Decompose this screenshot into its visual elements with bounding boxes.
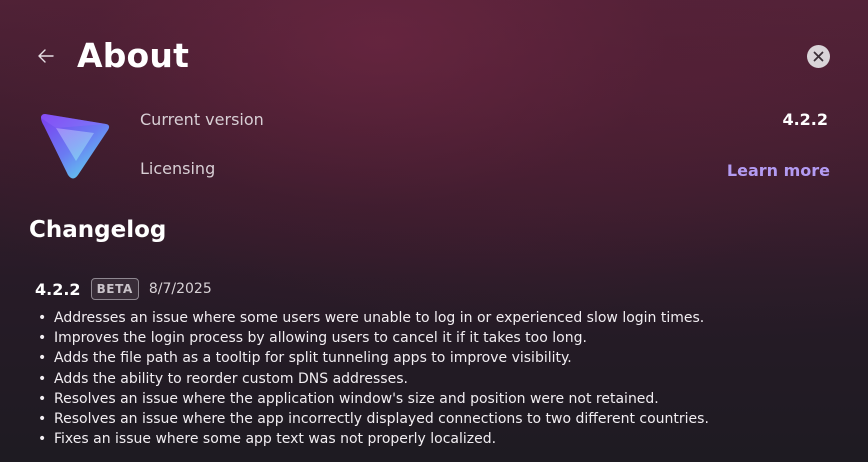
list-item: • Resolves an issue where the application…	[38, 389, 709, 409]
change-text: Fixes an issue where some app text was n…	[54, 431, 497, 448]
change-text: Improves the login process by allowing u…	[54, 330, 587, 347]
current-version-label: Current version	[140, 110, 264, 129]
release-date: 8/7/2025	[148, 281, 212, 297]
release-header: 4.2.2 BETA 8/7/2025	[35, 276, 212, 302]
list-item: • Fixes an issue where some app text was …	[38, 429, 709, 449]
change-text: Resolves an issue where the app incorrec…	[54, 411, 709, 428]
bullet: •	[38, 350, 47, 367]
list-item: • Adds the file path as a tooltip for spl…	[38, 348, 709, 368]
licensing-label: Licensing	[140, 159, 216, 178]
bullet: •	[38, 431, 47, 448]
bullet: •	[38, 310, 47, 326]
arrow-left-icon	[38, 49, 54, 63]
app-logo	[41, 114, 110, 179]
page-title: About	[77, 36, 190, 75]
learn-more-link[interactable]: Learn more	[727, 160, 830, 182]
list-item: • Resolves an issue where the app incorre…	[38, 409, 709, 429]
list-item: • Addresses an issue where some users wer…	[38, 308, 709, 328]
close-button[interactable]	[807, 45, 830, 68]
close-icon	[813, 51, 824, 62]
back-button[interactable]	[32, 42, 60, 70]
bullet: •	[38, 330, 47, 347]
list-item: • Improves the login process by allowing …	[38, 328, 709, 348]
changes-list: • Addresses an issue where some users wer…	[38, 308, 709, 449]
bullet: •	[38, 390, 47, 407]
changelog-title: Changelog	[29, 217, 167, 243]
current-version-value: 4.2.2	[782, 110, 828, 129]
bullet: •	[38, 370, 47, 387]
release-version: 4.2.2	[35, 279, 81, 299]
beta-badge: BETA	[90, 278, 139, 300]
change-text: Addresses an issue where some users were…	[54, 310, 705, 326]
bullet: •	[38, 411, 47, 428]
change-text: Adds the ability to reorder custom DNS a…	[54, 370, 408, 387]
change-text: Adds the file path as a tooltip for spli…	[54, 350, 572, 367]
change-text: Resolves an issue where the application …	[54, 390, 659, 407]
list-item: • Adds the ability to reorder custom DNS …	[38, 369, 709, 389]
